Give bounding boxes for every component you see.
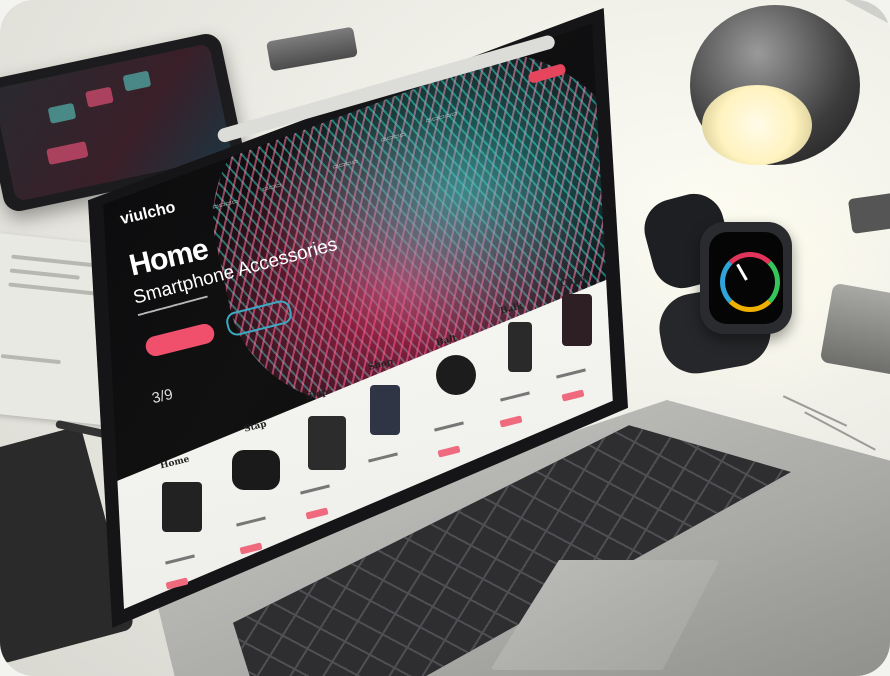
product-image[interactable] <box>508 322 532 372</box>
smartwatch <box>700 222 792 334</box>
product-image[interactable] <box>308 416 346 470</box>
product-image[interactable] <box>232 450 280 490</box>
product-image[interactable] <box>162 482 202 532</box>
product-image[interactable] <box>370 385 400 435</box>
lamp-bulb <box>702 85 812 165</box>
product-image[interactable] <box>436 355 476 395</box>
product-image[interactable] <box>562 294 592 346</box>
device <box>847 190 890 235</box>
watch-face <box>709 232 783 324</box>
device <box>819 282 890 378</box>
photo-scene: viulcho ▭▭▭▭ ▭▭▭ ▭▭▭▭ ▭▭▭▭ ▭▭▭▭▭ Home Sm… <box>0 0 890 676</box>
usb-drive <box>266 26 358 72</box>
